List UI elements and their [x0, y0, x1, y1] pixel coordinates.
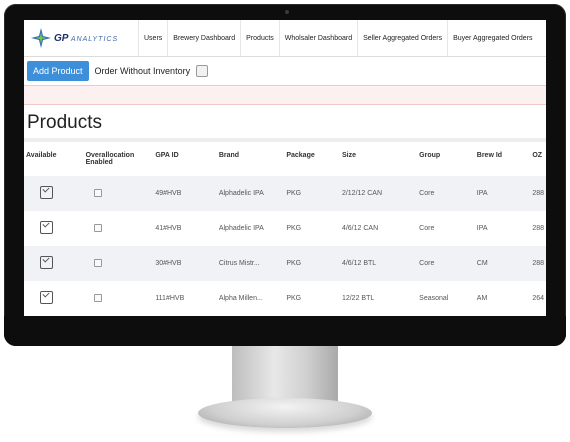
cell-brand: Alpha Millen... [216, 281, 285, 316]
overallocation-checkbox[interactable] [93, 258, 102, 267]
header-brew-id[interactable]: Brew Id [475, 146, 531, 176]
nav-item-brewery-dashboard[interactable]: Brewery Dashboard [168, 20, 242, 56]
cell-group: Core [417, 176, 475, 211]
cell-oz: 288 [530, 211, 546, 246]
cell-brand: Alphadelic IPA [216, 176, 285, 211]
cell-size: 12/22 BTL [339, 281, 418, 316]
header-package[interactable]: Package [284, 146, 340, 176]
cell-size: 2/12/12 CAN [339, 176, 418, 211]
cell-group: Core [417, 211, 475, 246]
cell-brew-id: IPA [474, 176, 531, 211]
table-row: 49#HVB Alphadelic IPA PKG 2/12/12 CAN Co… [24, 176, 546, 211]
cell-size: 4/6/12 CAN [339, 211, 418, 246]
available-check-icon[interactable] [40, 221, 53, 234]
cell-package: PKG [284, 211, 340, 246]
cell-package: PKG [284, 246, 340, 281]
camera-dot [285, 10, 289, 14]
table-row: 30#HVB Citrus Mistr... PKG 4/6/12 BTL Co… [24, 246, 546, 281]
cell-oz: 264 [530, 281, 546, 316]
logo-main-text: GP [54, 32, 69, 44]
page-title: Products [27, 112, 102, 133]
title-divider [24, 138, 546, 142]
nav-item-buyer-aggregated-orders[interactable]: Buyer Aggregated Orders [448, 20, 537, 56]
logo-sub-text: ANALYTICS [70, 35, 119, 43]
cell-brand: Citrus Mistr... [216, 246, 285, 281]
cell-gpa-id: 41#HVB [153, 211, 217, 246]
cell-gpa-id: 30#HVB [153, 246, 217, 281]
header-oz[interactable]: OZ [530, 146, 546, 176]
cell-gpa-id: 111#HVB [153, 281, 217, 316]
cell-size: 4/6/12 BTL [339, 246, 418, 281]
nav-item-seller-aggregated-orders[interactable]: Seller Aggregated Orders [358, 20, 449, 56]
nav-item-wholsaler-dashboard[interactable]: Wholsaler Dashboard [280, 20, 359, 56]
table-row: 111#HVB Alpha Millen... PKG 12/22 BTL Se… [24, 281, 546, 316]
logo-star-icon [31, 28, 51, 48]
available-check-icon[interactable] [40, 186, 53, 199]
overallocation-checkbox[interactable] [93, 223, 102, 232]
cell-gpa-id: 49#HVB [153, 176, 217, 211]
nav-item-users[interactable]: Users [139, 20, 169, 56]
cell-oz: 288 [530, 176, 546, 211]
monitor-stand-base [198, 398, 372, 428]
header-available[interactable]: Available [24, 146, 84, 176]
available-check-icon[interactable] [40, 291, 53, 304]
table-row: 41#HVB Alphadelic IPA PKG 4/6/12 CAN Cor… [24, 211, 546, 246]
toolbar: Add Product Order Without Inventory [24, 57, 546, 86]
cell-group: Seasonal [417, 281, 475, 316]
order-without-inventory-checkbox[interactable] [196, 65, 209, 77]
gp-analytics-logo[interactable]: GP ANALYTICS [24, 20, 139, 56]
cell-brew-id: IPA [474, 211, 531, 246]
app-screen: GP ANALYTICS Users Brewery Dashboard Pro… [24, 20, 546, 316]
alert-band [24, 86, 546, 105]
table-header-row: Available Overallocation Enabled GPA ID … [24, 146, 546, 176]
cell-brew-id: CM [474, 246, 531, 281]
cell-brew-id: AM [474, 281, 531, 316]
products-table: Available Overallocation Enabled GPA ID … [24, 146, 546, 316]
nav-item-products[interactable]: Products [241, 20, 280, 56]
cell-package: PKG [284, 281, 340, 316]
header-brand[interactable]: Brand [217, 146, 285, 176]
order-without-inventory-label: Order Without Inventory [94, 66, 191, 76]
available-check-icon[interactable] [40, 256, 53, 269]
cell-group: Core [417, 246, 475, 281]
overallocation-checkbox[interactable] [93, 188, 102, 197]
top-nav: GP ANALYTICS Users Brewery Dashboard Pro… [24, 20, 546, 57]
add-product-button[interactable]: Add Product [27, 61, 89, 81]
overallocation-checkbox[interactable] [93, 293, 102, 302]
monitor-chin [4, 316, 566, 346]
monitor-stand-neck [232, 346, 338, 402]
header-size[interactable]: Size [340, 146, 417, 176]
header-overallocation[interactable]: Overallocation Enabled [84, 146, 154, 176]
cell-oz: 288 [530, 246, 546, 281]
header-gpa-id[interactable]: GPA ID [153, 146, 217, 176]
cell-brand: Alphadelic IPA [216, 211, 285, 246]
header-group[interactable]: Group [417, 146, 475, 176]
cell-package: PKG [284, 176, 340, 211]
